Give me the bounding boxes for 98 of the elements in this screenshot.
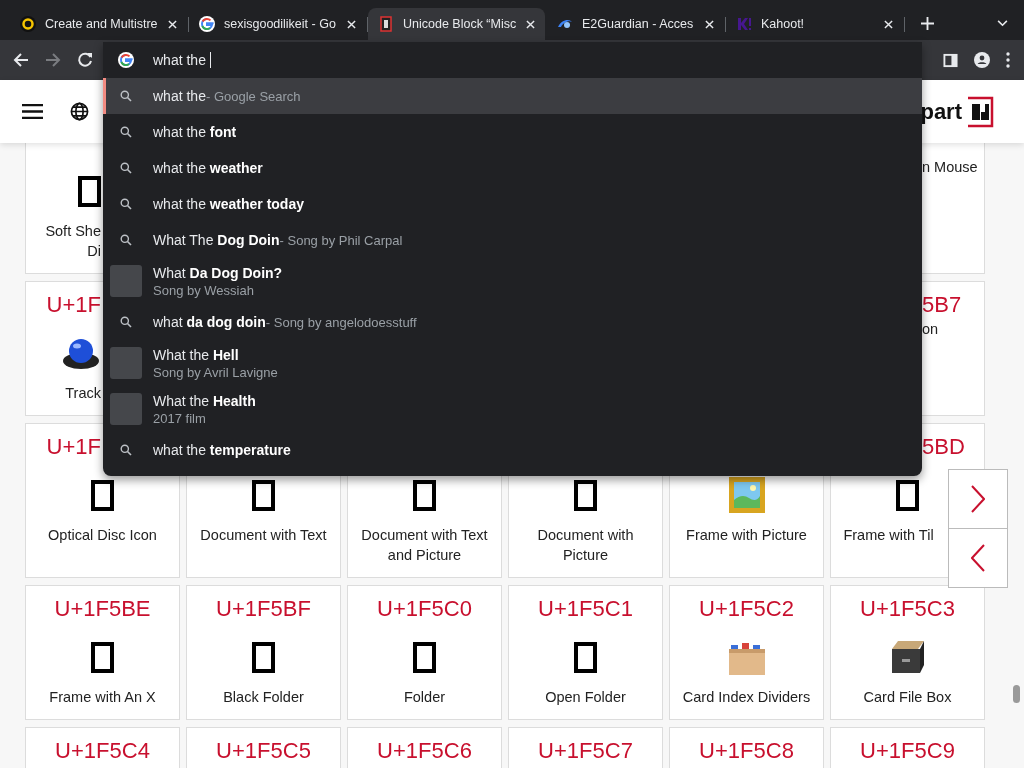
close-icon[interactable] <box>526 19 535 29</box>
tab-title: Create and Multistre <box>45 17 159 31</box>
code-point: U+1F5C2 <box>699 595 794 623</box>
plus-icon[interactable] <box>921 17 934 30</box>
character-name: Document with Text <box>200 526 327 545</box>
k-logo-icon <box>736 16 752 32</box>
address-field[interactable]: what the <box>103 42 922 78</box>
suggestion-item[interactable]: what the weather <box>103 150 922 186</box>
browser-tab[interactable]: sexisgoodilikeit - Go <box>189 8 366 40</box>
suggestion-item[interactable]: What the Hell Song by Avril Lavigne <box>103 340 922 386</box>
code-point: U+1F5C1 <box>538 595 633 623</box>
previous-button[interactable] <box>948 528 1008 588</box>
browser-tab[interactable]: Kahoot! <box>726 8 903 40</box>
browser-tab[interactable]: Create and Multistre <box>10 8 187 40</box>
code-point: 5BD <box>922 433 965 461</box>
character-name: Frame with An X <box>49 688 156 707</box>
suggestion-item[interactable]: what da dog doin- Song by angelodoesstuff <box>103 304 922 340</box>
profile-icon[interactable] <box>974 52 990 68</box>
tab-title: Kahoot! <box>761 17 806 31</box>
document-icon <box>378 16 394 32</box>
globe-icon[interactable] <box>69 102 90 121</box>
photo-placeholder <box>110 265 142 297</box>
code-point: 5B7 <box>922 291 962 319</box>
suggestion-item[interactable]: what the temperature <box>103 432 922 468</box>
character-name: on <box>922 320 939 339</box>
character-name: Open Folder <box>545 688 626 707</box>
code-point: U+1F <box>46 291 101 319</box>
character-name: Frame with Til <box>843 526 935 545</box>
chevron-right-icon <box>971 485 985 513</box>
missing-glyph-icon <box>91 479 114 511</box>
code-point: U+1F5C8 <box>699 737 794 765</box>
search-icon <box>120 90 132 102</box>
missing-glyph-icon <box>574 641 597 673</box>
circle-logo-icon <box>20 16 36 32</box>
missing-glyph-icon <box>252 641 275 673</box>
reload-icon[interactable] <box>77 52 93 68</box>
browser-tab[interactable]: E2Guardian - Acces <box>547 8 724 40</box>
search-icon <box>120 316 132 328</box>
chevron-left-icon <box>971 544 985 572</box>
search-icon <box>120 162 132 174</box>
close-icon[interactable] <box>884 19 893 29</box>
photo-placeholder <box>110 347 142 379</box>
search-icon <box>120 198 132 210</box>
framed-picture-icon <box>726 475 767 515</box>
code-point: U+1F5C6 <box>377 737 472 765</box>
missing-glyph-icon <box>574 479 597 511</box>
character-name: Card Index Dividers <box>682 688 811 707</box>
menu-icon[interactable] <box>1006 52 1010 68</box>
tab-title: Unicode Block “Misc <box>403 17 517 31</box>
code-point: U+1F5C0 <box>377 595 472 623</box>
character-name: Document with Text and Picture <box>360 526 489 565</box>
menu-icon[interactable] <box>22 102 43 121</box>
close-icon[interactable] <box>347 19 356 29</box>
character-name: n Mouse <box>922 158 978 177</box>
tab-title: sexisgoodilikeit - Go <box>224 17 337 31</box>
character-name: Frame with Picture <box>686 526 807 545</box>
logo-mark-icon <box>966 95 994 128</box>
text-cursor <box>209 52 211 68</box>
suggestion-item[interactable]: What Da Dog Doin? Song by Wessiah <box>103 258 922 304</box>
scrollbar-thumb[interactable] <box>1013 685 1020 703</box>
back-arrow-icon[interactable] <box>13 52 29 68</box>
tab-title: E2Guardian - Acces <box>582 17 695 31</box>
code-point: U+1F5C3 <box>860 595 955 623</box>
photo-placeholder <box>110 393 142 425</box>
suggestion-item[interactable]: What The Dog Doin- Song by Phil Carpal <box>103 222 922 258</box>
character-name: Soft She Di <box>45 222 101 261</box>
search-icon <box>120 126 132 138</box>
side-panel-icon[interactable] <box>943 52 958 68</box>
missing-glyph-icon <box>896 479 919 511</box>
code-point: U+1F <box>46 433 101 461</box>
character-name: Black Folder <box>223 688 304 707</box>
code-point: U+1F5BE <box>54 595 151 623</box>
suggestion-item[interactable]: what the font <box>103 114 922 150</box>
g-logo-icon <box>199 16 215 32</box>
close-icon[interactable] <box>705 19 714 29</box>
search-icon <box>120 234 132 246</box>
code-point: U+1F5C4 <box>55 737 150 765</box>
code-point: U+1F5C7 <box>538 737 633 765</box>
suggestion-item[interactable]: what the weather today <box>103 186 922 222</box>
suggestion-item[interactable]: What the Health 2017 film <box>103 386 922 432</box>
browser-tab[interactable]: Unicode Block “Misc <box>368 8 545 40</box>
close-icon[interactable] <box>168 19 177 29</box>
search-icon <box>120 444 132 456</box>
character-name: Document with Picture <box>536 526 635 565</box>
missing-glyph-icon <box>252 479 275 511</box>
missing-glyph-icon <box>413 479 436 511</box>
code-point: U+1F5BF <box>216 595 311 623</box>
character-name: Folder <box>403 688 446 707</box>
code-point: U+1F5C5 <box>216 737 311 765</box>
suggestion-item[interactable]: what the- Google Search <box>103 78 922 114</box>
missing-glyph-icon <box>91 641 114 673</box>
code-point: U+1F5C9 <box>860 737 955 765</box>
g-logo-icon <box>118 52 134 68</box>
missing-glyph-icon <box>413 641 436 673</box>
character-name: Optical Disc Icon <box>48 526 157 545</box>
chevron-down-icon[interactable] <box>997 20 1008 27</box>
character-name: Track <box>65 384 101 403</box>
character-name: Card File Box <box>863 688 952 707</box>
